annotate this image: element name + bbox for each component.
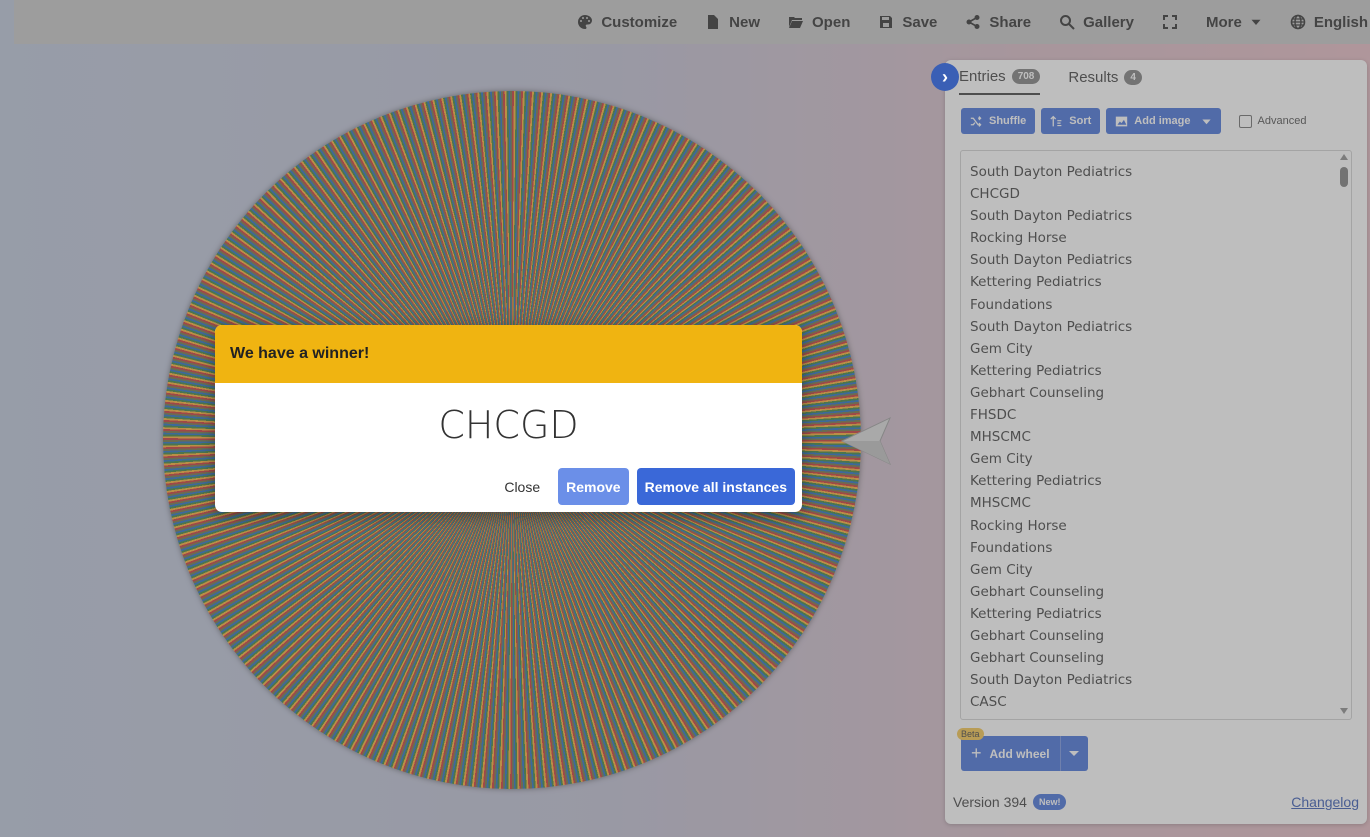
collapse-panel-button[interactable]: ›	[931, 63, 959, 91]
remove-all-instances-button[interactable]: Remove all instances	[636, 468, 795, 505]
winner-name: CHCGD	[438, 403, 579, 447]
dialog-actions: Close Remove Remove all instances	[494, 468, 795, 505]
remove-button[interactable]: Remove	[558, 468, 629, 505]
chevron-right-icon: ›	[942, 66, 948, 87]
dialog-header: We have a winner!	[215, 325, 802, 383]
close-button[interactable]: Close	[494, 479, 550, 495]
winner-dialog: We have a winner! CHCGD Close Remove Rem…	[215, 325, 802, 512]
